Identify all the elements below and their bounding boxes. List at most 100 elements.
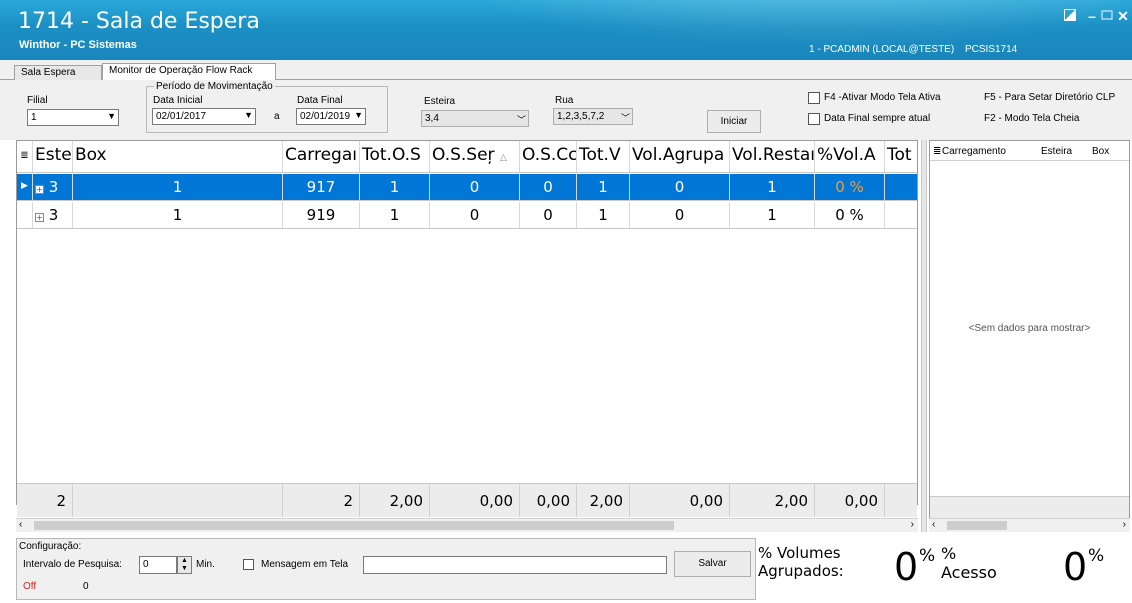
row-indicator-icon: ▶ [17,174,33,200]
column-header-os-conferidas[interactable]: O.S.Cc [520,141,577,172]
status-count: 0 [83,581,89,592]
column-header-vol-restantes[interactable]: Vol.Restaı [730,141,815,172]
chevron-down-icon: ▼ [107,111,116,121]
close-icon[interactable]: ✕ [1114,8,1132,24]
side-grid-header: ≣ Carregamento Esteira Box [930,141,1129,161]
salvar-button[interactable]: Salvar [674,551,751,577]
footer-vol-agrupados: 0,00 [630,484,730,517]
tab-sala-espera[interactable]: Sala Espera [14,65,102,81]
column-chooser-icon[interactable]: ≣ [933,146,941,157]
scroll-thumb[interactable] [34,521,674,530]
carregamento-grid[interactable]: ≣ Carregamento Esteira Box <Sem dados pa… [929,140,1130,518]
footer-os-separadas: 0,00 [430,484,520,517]
rua-select[interactable]: 1,2,3,5,7,2 ﹀ [553,108,633,125]
intervalo-value: 0 [143,559,149,570]
status-off: Off [23,581,37,592]
scroll-thumb[interactable] [947,521,1007,530]
intervalo-input[interactable]: 0 [139,556,177,574]
scroll-right-icon[interactable]: › [911,519,914,530]
configuration-panel: Configuração: Intervalo de Pesquisa: 0 ▲… [16,538,756,600]
scroll-left-icon[interactable]: ‹ [19,519,22,530]
cell-esteira: + 3 [33,202,73,228]
f4-checkbox[interactable] [808,92,820,104]
rua-value: 1,2,3,5,7,2 [557,111,605,122]
empty-message: <Sem dados para mostrar> [968,323,1091,334]
data-final-value: 02/01/2019 [300,111,351,122]
f5-hint: F5 - Para Setar Diretório CLP [984,92,1116,103]
intervalo-spinner[interactable]: ▲ ▼ [177,556,192,574]
window-title: 1714 - Sala de Espera [18,9,260,34]
cell-esteira-value: 3 [48,206,59,224]
footer-os-conferidas: 0,00 [520,484,577,517]
expand-icon[interactable]: + [35,185,44,194]
column-header-vol-agrupados[interactable]: Vol.Agrupa [630,141,730,172]
filial-select[interactable]: 1 ▼ [27,109,119,126]
data-final-atual-checkbox[interactable] [808,113,820,125]
cell-os-separadas: 0 [430,202,520,228]
title-bar: 1714 - Sala de Espera Winthor - PC Siste… [0,0,1132,60]
data-final-atual-label: Data Final sempre atual [824,113,931,124]
side-grid-footer [930,496,1129,518]
intervalo-label: Intervalo de Pesquisa: [23,559,122,570]
column-header-tot-vol[interactable]: Tot.V [577,141,630,172]
cell-vol-agrupados: 0 [630,174,730,200]
cell-tot-os: 1 [360,202,430,228]
side-grid-horizontal-scrollbar[interactable]: ‹ › [929,518,1130,532]
date-separator: a [274,111,280,122]
cell-box: 1 [73,202,283,228]
acesso-label-line2: Acesso [941,563,997,582]
cell-os-conferidas: 0 [520,202,577,228]
mensagem-input[interactable] [363,556,667,574]
scroll-left-icon[interactable]: ‹ [932,519,935,530]
cell-vol-restantes: 1 [730,174,815,200]
column-header-box[interactable]: Box [1092,146,1109,157]
cell-pct-vol: 0 % [815,174,885,200]
table-row[interactable]: ▶ + 3 1 917 1 0 0 1 0 1 0 % [17,174,917,201]
tab-monitor-flow-rack[interactable]: Monitor de Operação Flow Rack [102,63,276,81]
cell-carregamento: 919 [283,202,360,228]
acesso-label-line1: % [941,544,957,563]
mensagem-checkbox[interactable] [243,559,254,570]
footer-esteira-count: 2 [17,484,73,517]
expand-icon[interactable]: + [35,213,44,222]
column-header-esteira[interactable]: Esteira [1041,146,1072,157]
tab-strip: Sala Espera Monitor de Operação Flow Rac… [0,60,1132,81]
column-header-tot-os[interactable]: Tot.O.S [360,141,430,172]
esteira-select[interactable]: 3,4 ﹀ [421,110,529,127]
cell-esteira: + 3 [33,174,73,200]
column-header-pct-vol[interactable]: %Vol.A [815,141,885,172]
operation-grid[interactable]: ≣ Este Box Carregaı Tot.O.S O.S.Seŗ △ O.… [16,140,918,517]
cell-vol-restantes: 1 [730,202,815,228]
restore-icon[interactable] [1061,8,1079,24]
splitter[interactable] [921,140,927,532]
grid-header: ≣ Este Box Carregaı Tot.O.S O.S.Seŗ △ O.… [17,141,917,173]
cell-tot [885,202,917,228]
cell-vol-agrupados: 0 [630,202,730,228]
cell-tot-vol: 1 [577,174,630,200]
column-header-esteira[interactable]: Este [33,141,73,172]
iniciar-button[interactable]: Iniciar [707,110,761,133]
data-final-label: Data Final [297,95,343,106]
column-header-os-separadas[interactable]: O.S.Seŗ △ [430,141,520,172]
filial-value: 1 [31,112,37,123]
cell-pct-vol: 0 % [815,202,885,228]
os-sep-label: O.S.Seŗ [432,145,495,165]
footer-tot [885,484,917,517]
column-header-carregamento[interactable]: Carregamento [942,146,1006,157]
footer-pct-vol: 0,00 [815,484,885,517]
column-header-box[interactable]: Box [73,141,283,172]
esteira-value: 3,4 [425,113,439,124]
column-header-carregamento[interactable]: Carregaı [283,141,360,172]
f2-hint: F2 - Modo Tela Cheia [984,113,1080,124]
grid-horizontal-scrollbar[interactable]: ‹ › [16,518,918,532]
column-header-tot[interactable]: Tot [885,141,917,172]
data-final-field[interactable]: 02/01/2019 ▼ [296,108,366,125]
cell-tot-vol: 1 [577,202,630,228]
data-inicial-field[interactable]: 02/01/2017 ▼ [152,108,256,125]
column-chooser-icon[interactable]: ≣ [17,141,33,172]
cell-os-conferidas: 0 [520,174,577,200]
scroll-right-icon[interactable]: › [1123,519,1126,530]
routine-label: PCSIS1714 [964,44,1018,55]
filial-label: Filial [27,95,48,106]
table-row[interactable]: + 3 1 919 1 0 0 1 0 1 0 % [17,202,917,229]
